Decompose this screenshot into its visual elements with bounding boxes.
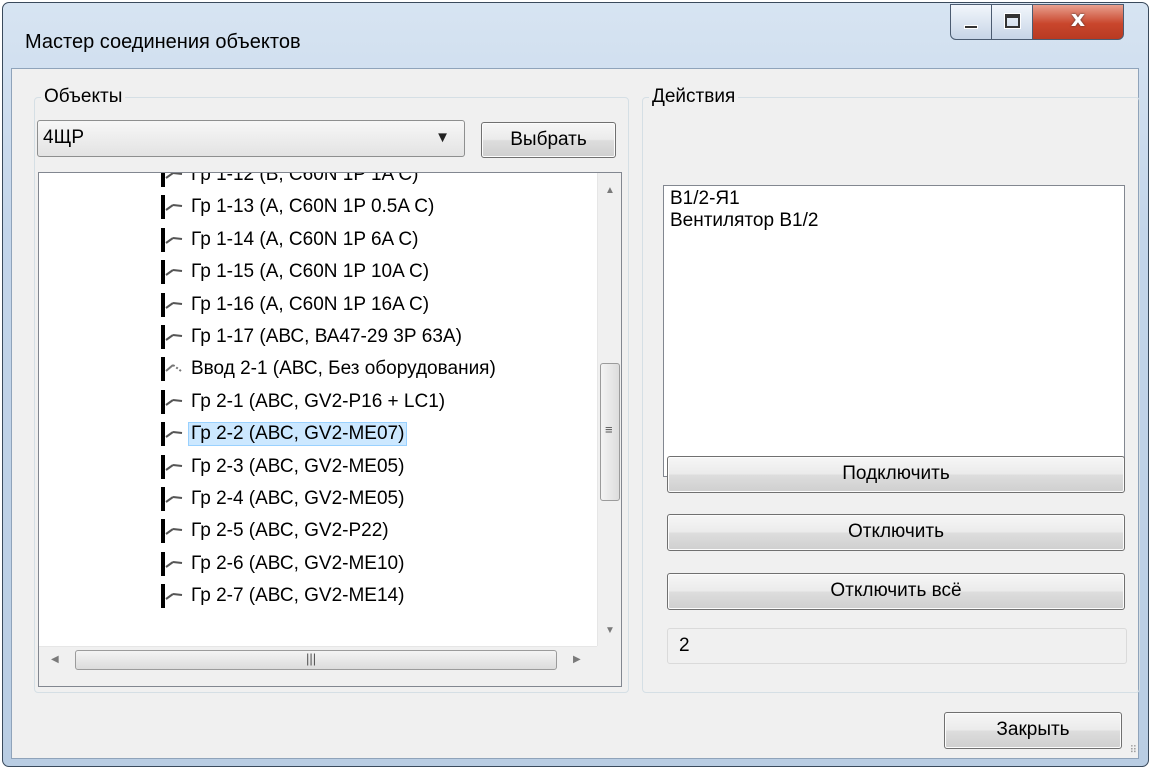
tree-item[interactable]: Ввод 2-1 (АВС, Без оборудования) (39, 353, 599, 385)
disconnect-all-button-label: Отключить всё (830, 580, 962, 601)
tree-item-label: Гр 1-15 (А, C60N 1P 10A C) (191, 261, 430, 283)
connect-button-label: Подключить (842, 463, 950, 484)
switch-icon (161, 519, 183, 544)
switch-icon (161, 357, 182, 382)
disconnect-button-label: Отключить (847, 521, 945, 542)
tree-item-label: Гр 2-3 (АВС, GV2-ME05) (191, 455, 405, 477)
maximize-button[interactable] (991, 4, 1033, 40)
switch-icon (161, 551, 183, 576)
maximize-icon (1005, 14, 1020, 28)
tree-item[interactable]: Гр 1-15 (А, C60N 1P 10A C) (39, 256, 599, 288)
switch-icon (161, 260, 183, 285)
tree-item[interactable]: Гр 2-3 (АВС, GV2-ME05) (39, 451, 599, 483)
objects-tree[interactable]: Гр 1-12 (В, C60N 1P 1A C) Гр 1-13 (А, C60… (38, 172, 622, 687)
count-field: 2 (667, 628, 1127, 664)
tree-item[interactable]: Гр 2-2 (АВС, GV2-ME07) (39, 418, 599, 450)
tree-horizontal-scrollbar[interactable]: ◀ ||| ▶ (39, 646, 597, 686)
scroll-up-icon[interactable]: ▲ (605, 185, 615, 196)
tree-item[interactable]: Гр 2-6 (АВС, GV2-ME10) (39, 548, 599, 580)
switch-icon (161, 325, 183, 349)
switch-icon (161, 227, 183, 252)
tree-item-label: Гр 2-2 (АВС, GV2-ME07) (187, 422, 408, 447)
tree-item[interactable]: Гр 1-13 (А, C60N 1P 0.5A C) (39, 191, 599, 223)
tree-item[interactable]: Гр 1-14 (А, C60N 1P 6A C) (39, 224, 599, 256)
scroll-left-icon[interactable]: ◀ (51, 654, 59, 665)
tree-item-label: Гр 2-1 (АВС, GV2-P16 + LC1) (191, 390, 446, 412)
close-button[interactable]: Закрыть (944, 712, 1122, 749)
tree-horizontal-scroll-thumb[interactable]: ||| (75, 650, 557, 670)
tree-item[interactable]: Гр 2-1 (АВС, GV2-P16 + LC1) (39, 386, 599, 418)
switch-icon (161, 389, 183, 414)
scroll-right-icon[interactable]: ▶ (573, 654, 581, 665)
actions-list[interactable]: В1/2-Я1 Вентилятор В1/2 (663, 185, 1125, 477)
switch-icon (161, 173, 183, 187)
dialog-window: Мастер соединения объектов x Объекты 4ЩР… (2, 2, 1149, 767)
tree-item-label: Гр 2-5 (АВС, GV2-P22) (191, 520, 389, 542)
tree-item[interactable]: Гр 2-5 (АВС, GV2-P22) (39, 515, 599, 547)
tree-item-label: Гр 2-4 (АВС, GV2-ME05) (191, 488, 405, 509)
tree-item[interactable]: Гр 1-16 (А, C60N 1P 16A C) (39, 289, 599, 321)
tree-item-label: Гр 2-7 (АВС, GV2-ME14) (191, 585, 405, 607)
dialog-client-area: Объекты 4ЩР ▼ Выбрать Гр 1-12 (В, C60N 1… (11, 68, 1140, 759)
close-icon: x (1070, 7, 1086, 32)
switch-icon (161, 487, 183, 511)
switch-icon (161, 584, 183, 609)
tree-item-label: Гр 1-14 (А, C60N 1P 6A C) (191, 228, 419, 250)
count-value: 2 (679, 635, 690, 656)
tree-item-label: Гр 1-16 (А, C60N 1P 16A C) (191, 293, 430, 315)
tree-item[interactable]: Гр 1-17 (АВС, ВА47-29 3Р 63А) (39, 321, 599, 353)
window-title: Мастер соединения объектов (25, 31, 301, 53)
switch-icon (161, 422, 183, 447)
tree-item[interactable]: Гр 1-12 (В, C60N 1P 1A C) (39, 172, 599, 191)
scroll-corner (597, 646, 621, 686)
actions-group-title: Действия (649, 87, 739, 107)
tree-item[interactable]: Гр 2-4 (АВС, GV2-ME05) (39, 483, 599, 515)
tree-item[interactable]: Гр 2-7 (АВС, GV2-ME14) (39, 580, 599, 612)
disconnect-button[interactable]: Отключить (667, 514, 1125, 551)
select-button-label: Выбрать (510, 129, 587, 150)
tree-item-label: Гр 1-12 (В, C60N 1P 1A C) (191, 172, 419, 185)
minimize-button[interactable] (950, 4, 992, 40)
switch-icon (161, 292, 183, 317)
minimize-icon (964, 25, 978, 29)
select-button[interactable]: Выбрать (481, 122, 616, 158)
disconnect-all-button[interactable]: Отключить всё (667, 573, 1125, 610)
close-button-label: Закрыть (996, 719, 1070, 740)
tree-vertical-scrollbar[interactable]: ▲ ≡ ▼ (597, 173, 621, 646)
grip-icon: ≡ (605, 422, 613, 437)
chevron-down-icon: ▼ (435, 129, 450, 146)
tree-item-label: Гр 1-17 (АВС, ВА47-29 3Р 63А) (191, 326, 462, 347)
tree-item-label: Гр 1-13 (А, C60N 1P 0.5A C) (191, 196, 435, 218)
objects-group-title: Объекты (41, 87, 126, 107)
tree-item-label: Ввод 2-1 (АВС, Без оборудования) (191, 358, 496, 380)
connect-button[interactable]: Подключить (667, 456, 1125, 493)
object-combo[interactable]: 4ЩР ▼ (37, 120, 465, 157)
title-bar[interactable]: Мастер соединения объектов x (3, 3, 1148, 59)
combo-value: 4ЩР (43, 127, 85, 148)
switch-icon (161, 454, 183, 479)
tree-item-label: Гр 2-6 (АВС, GV2-ME10) (191, 552, 405, 574)
switch-icon (161, 195, 183, 220)
tree-vertical-scroll-thumb[interactable]: ≡ (600, 363, 620, 501)
close-window-button[interactable]: x (1032, 4, 1124, 40)
action-line: В1/2-Я1 (670, 188, 740, 209)
action-line: Вентилятор В1/2 (670, 210, 819, 231)
resize-grip-icon[interactable]: ⠿ (1130, 745, 1137, 756)
scroll-down-icon[interactable]: ▼ (605, 625, 615, 636)
grip-icon: ||| (306, 651, 317, 666)
